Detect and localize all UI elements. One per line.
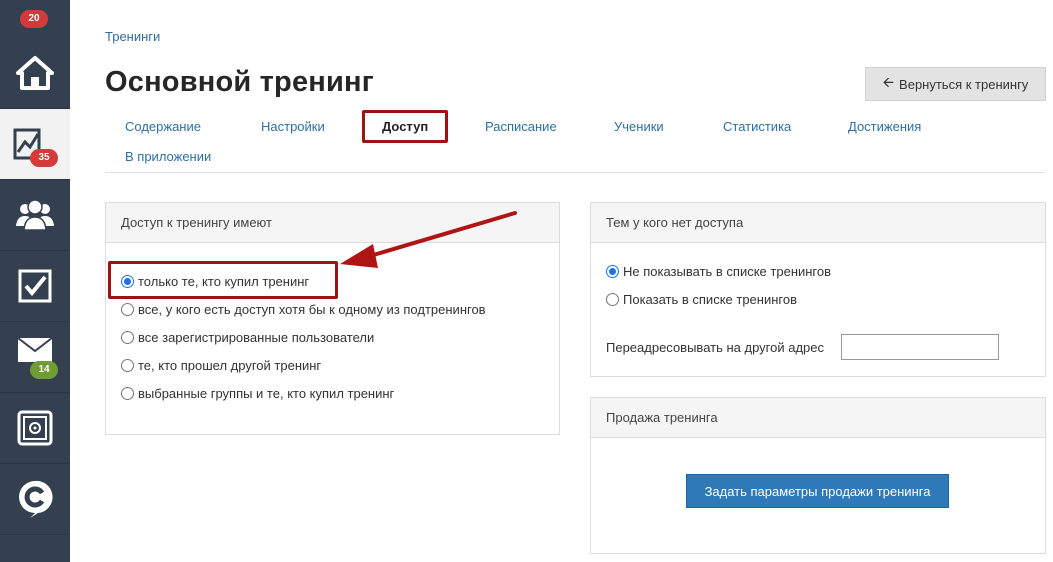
mail-icon (17, 337, 53, 362)
tabs-divider (105, 172, 1045, 173)
access-option-label: те, кто прошел другой тренинг (138, 358, 322, 373)
access-option-subtrainings[interactable]: все, у кого есть доступ хотя бы к одному… (121, 302, 486, 317)
tab-statistics[interactable]: Статистика (723, 119, 791, 134)
no-access-panel-title: Тем у кого нет доступа (591, 203, 1045, 243)
access-panel-title: Доступ к тренингу имеют (106, 203, 559, 243)
redirect-url-input[interactable] (841, 334, 999, 360)
main-content: Тренинги Основной тренинг 🡨 Вернуться к … (70, 0, 1053, 562)
back-to-training-button[interactable]: 🡨 Вернуться к тренингу (865, 67, 1046, 101)
radio-button-checked[interactable] (606, 265, 619, 278)
radio-button[interactable] (121, 359, 134, 372)
sale-panel-title: Продажа тренинга (591, 398, 1045, 438)
access-option-groups[interactable]: выбранные группы и те, кто купил тренинг (121, 386, 394, 401)
trainings-badge: 35 (30, 149, 58, 167)
arrow-left-icon: 🡨 (882, 74, 895, 90)
sidebar-item-tasks[interactable] (0, 251, 70, 322)
selected-option-highlight (108, 261, 338, 299)
breadcrumb[interactable]: Тренинги (105, 29, 160, 44)
tab-settings[interactable]: Настройки (261, 119, 325, 134)
no-access-option-show[interactable]: Показать в списке тренингов (606, 292, 797, 307)
notifications-badge[interactable]: 20 (20, 10, 48, 28)
tasks-checkbox-icon (18, 269, 52, 303)
getcourse-logo-icon (19, 480, 53, 518)
sale-panel: Продажа тренинга Задать параметры продаж… (590, 397, 1046, 554)
access-option-label: выбранные группы и те, кто купил тренинг (138, 386, 395, 401)
tab-schedule[interactable]: Расписание (485, 119, 557, 134)
access-option-completed-other[interactable]: те, кто прошел другой тренинг (121, 358, 321, 373)
radio-button[interactable] (121, 331, 134, 344)
mail-badge: 14 (30, 361, 58, 379)
home-icon (16, 56, 54, 90)
safe-icon (17, 410, 53, 446)
radio-button[interactable] (121, 387, 134, 400)
no-access-option-label: Не показывать в списке тренингов (623, 264, 832, 279)
access-panel: Доступ к тренингу имеют только те, кто к… (105, 202, 560, 435)
sale-settings-button[interactable]: Задать параметры продажи тренинга (686, 474, 949, 508)
no-access-option-label: Показать в списке тренингов (623, 292, 797, 307)
tab-access[interactable]: Доступ (362, 110, 449, 143)
tab-achievements[interactable]: Достижения (848, 119, 921, 134)
access-option-all-registered[interactable]: все зарегистрированные пользователи (121, 330, 374, 345)
no-access-panel: Тем у кого нет доступа Не показывать в с… (590, 202, 1046, 377)
redirect-label: Переадресовывать на другой адрес (606, 340, 825, 355)
sidebar-item-safe[interactable] (0, 393, 70, 464)
access-option-label: все, у кого есть доступ хотя бы к одному… (138, 302, 486, 317)
tab-content[interactable]: Содержание (125, 119, 201, 134)
access-option-label: все зарегистрированные пользователи (138, 330, 375, 345)
radio-button[interactable] (121, 303, 134, 316)
no-access-option-hide[interactable]: Не показывать в списке тренингов (606, 264, 831, 279)
tab-in-app[interactable]: В приложении (125, 149, 211, 164)
users-icon (16, 199, 54, 231)
sidebar: 20 35 14 (0, 0, 70, 562)
sidebar-item-users[interactable] (0, 180, 70, 251)
sidebar-item-home[interactable] (0, 38, 70, 109)
radio-button[interactable] (606, 293, 619, 306)
back-button-label: Вернуться к тренингу (899, 76, 1029, 92)
sidebar-item-mail[interactable]: 14 (0, 322, 70, 393)
page-title: Основной тренинг (105, 66, 375, 98)
sidebar-item-getcourse[interactable] (0, 464, 70, 535)
tab-students[interactable]: Ученики (614, 119, 664, 134)
sidebar-item-trainings[interactable]: 35 (0, 109, 70, 180)
